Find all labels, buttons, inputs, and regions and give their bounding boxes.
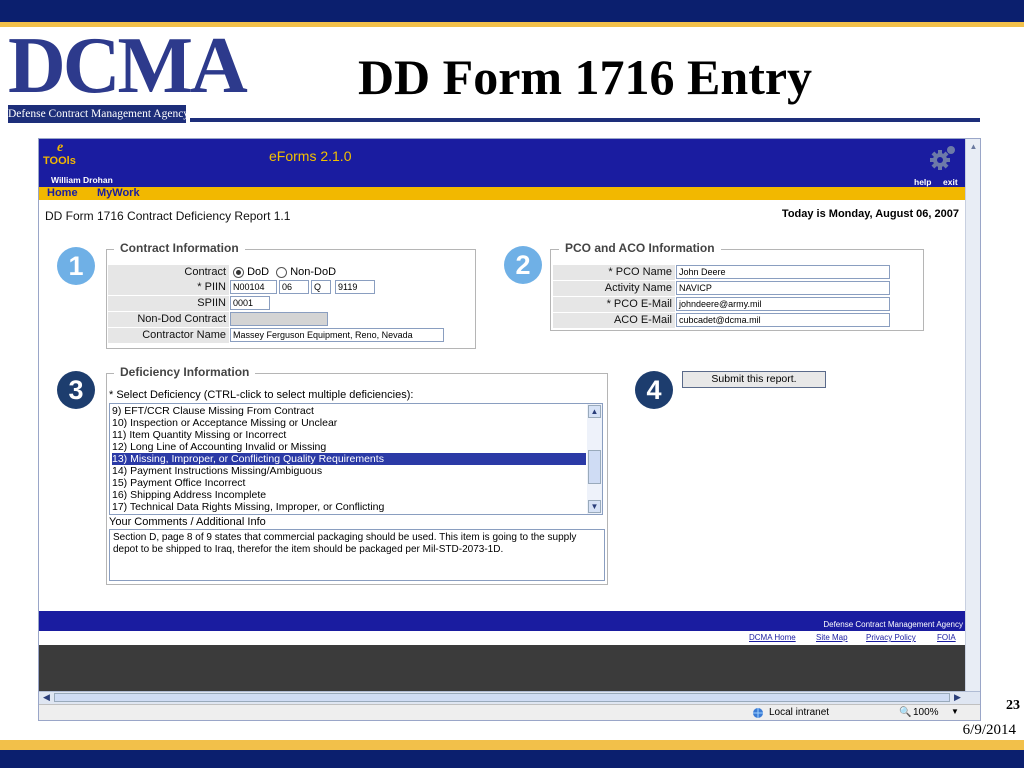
pco-name-field[interactable]: John Deere: [676, 265, 890, 279]
footer-link-site-map[interactable]: Site Map: [816, 633, 848, 642]
step-3-badge: 3: [57, 371, 95, 409]
zoom-level[interactable]: 100%: [913, 707, 939, 718]
deficiency-option[interactable]: 16) Shipping Address Incomplete: [112, 489, 586, 501]
nav-mywork[interactable]: MyWork: [97, 187, 140, 199]
activity-name-label: Activity Name: [553, 281, 675, 296]
footer-link-dcma-home[interactable]: DCMA Home: [749, 633, 796, 642]
zoom-icon[interactable]: 🔍: [899, 707, 911, 718]
aco-email-label: ACO E-Mail: [553, 313, 675, 328]
footer-link-privacy[interactable]: Privacy Policy: [866, 633, 916, 642]
piin-field-1[interactable]: N00104: [230, 280, 277, 294]
contract-label: Contract: [108, 265, 229, 280]
deficiency-prompt: * Select Deficiency (CTRL-click to selec…: [109, 389, 414, 401]
nondod-contract-label: Non-Dod Contract: [108, 312, 229, 327]
activity-name-field[interactable]: NAVICP: [676, 281, 890, 295]
aco-email-field[interactable]: cubcadet@dcma.mil: [676, 313, 890, 327]
spiin-label: SPIIN: [108, 296, 229, 311]
nav-bar: Home MyWork: [39, 187, 965, 200]
today-date: Today is Monday, August 06, 2007: [781, 208, 959, 220]
user-bar: William Drohan help exit: [39, 175, 965, 187]
deficiency-option-selected[interactable]: 13) Missing, Improper, or Conflicting Qu…: [112, 453, 586, 465]
etools-logo[interactable]: e TOOls: [43, 141, 89, 173]
submit-report-button[interactable]: Submit this report.: [682, 371, 826, 388]
chevron-up-icon[interactable]: ▲: [588, 405, 601, 418]
zoom-dropdown-icon[interactable]: ▼: [951, 707, 959, 716]
browser-window: e TOOls eForms 2.1.0 William Drohan help…: [38, 138, 981, 721]
listbox-scroll-thumb[interactable]: [588, 450, 601, 484]
deficiency-option[interactable]: 9) EFT/CCR Clause Missing From Contract: [112, 405, 586, 417]
deficiency-listbox[interactable]: 9) EFT/CCR Clause Missing From Contract …: [109, 403, 603, 515]
step-1-badge: 1: [57, 247, 95, 285]
slide-top-band: [0, 0, 1024, 22]
scroll-left-icon[interactable]: ◀: [40, 692, 53, 703]
pco-aco-legend: PCO and ACO Information: [559, 241, 721, 255]
chevron-down-icon[interactable]: ▼: [588, 500, 601, 513]
deficiency-option[interactable]: 10) Inspection or Acceptance Missing or …: [112, 417, 586, 429]
step-2-badge: 2: [504, 246, 542, 284]
form-title: DD Form 1716 Contract Deficiency Report …: [45, 209, 291, 223]
radio-dod-label: DoD: [247, 266, 270, 278]
pco-name-label: * PCO Name: [553, 265, 675, 280]
listbox-scrollbar[interactable]: ▲ ▼: [587, 404, 602, 514]
slide-number: 23: [1006, 698, 1020, 713]
comments-label: Your Comments / Additional Info: [109, 516, 266, 528]
spiin-field[interactable]: 0001: [230, 296, 270, 310]
footer-links: DCMA Home Site Map Privacy Policy FOIA: [39, 631, 965, 645]
pco-email-field[interactable]: johndeere@army.mil: [676, 297, 890, 311]
step-4-badge: 4: [635, 371, 673, 409]
piin-field-2[interactable]: 06: [279, 280, 309, 294]
radio-nondod[interactable]: [276, 266, 288, 278]
etools-logo-letter: e: [57, 140, 64, 155]
horizontal-scrollbar[interactable]: ◀ ▶: [39, 691, 980, 704]
piin-field-4[interactable]: 9119: [335, 280, 375, 294]
piin-field-3[interactable]: Q: [311, 280, 331, 294]
contract-info-legend: Contract Information: [114, 241, 245, 255]
contractor-name-field[interactable]: Massey Ferguson Equipment, Reno, Nevada: [230, 328, 444, 342]
gear-icon: [930, 146, 955, 170]
horizontal-scroll-thumb[interactable]: [54, 693, 950, 702]
footer-agency: Defense Contract Management Agency: [823, 620, 963, 629]
comments-textarea[interactable]: Section D, page 8 of 9 states that comme…: [109, 529, 605, 581]
dcma-logo-subtitle: Defense Contract Management Agency: [8, 105, 186, 123]
contractor-name-label: Contractor Name: [108, 328, 229, 343]
status-bar: Local intranet 🔍 100% ▼: [39, 704, 980, 720]
nondod-contract-field[interactable]: [230, 312, 328, 326]
dcma-logo: DCMA: [8, 22, 248, 110]
slide-bottom-stripe: [0, 740, 1024, 750]
header-rule: [190, 118, 980, 122]
exit-link[interactable]: exit: [943, 177, 958, 187]
pco-email-label: * PCO E-Mail: [553, 297, 675, 312]
app-name: eForms 2.1.0: [269, 148, 352, 164]
deficiency-option[interactable]: 11) Item Quantity Missing or Incorrect: [112, 429, 586, 441]
slide-title: DD Form 1716 Entry: [357, 49, 813, 105]
vertical-scrollbar[interactable]: ▲: [965, 139, 980, 691]
deficiency-option[interactable]: 14) Payment Instructions Missing/Ambiguo…: [112, 465, 586, 477]
page-bottom-area: [39, 645, 965, 691]
footer-bar: Defense Contract Management Agency: [39, 611, 965, 631]
deficiency-legend: Deficiency Information: [114, 365, 256, 379]
deficiency-option[interactable]: 17) Technical Data Rights Missing, Impro…: [112, 501, 586, 513]
scroll-right-icon[interactable]: ▶: [951, 692, 964, 703]
slide-date: 6/9/2014: [962, 722, 1016, 738]
globe-icon: [751, 707, 765, 719]
footer-link-foia[interactable]: FOIA: [937, 633, 956, 642]
scroll-up-icon[interactable]: ▲: [967, 140, 980, 153]
piin-label: * PIIN: [108, 280, 229, 295]
deficiency-option[interactable]: 12) Long Line of Accounting Invalid or M…: [112, 441, 586, 453]
user-name: William Drohan: [51, 175, 113, 185]
contract-type-radios: DoD Non-DoD: [233, 265, 403, 280]
help-link[interactable]: help: [914, 177, 931, 187]
etools-logo-text: TOOls: [43, 155, 76, 167]
deficiency-option[interactable]: 15) Payment Office Incorrect: [112, 477, 586, 489]
radio-dod[interactable]: [233, 266, 244, 278]
security-zone: Local intranet: [769, 707, 830, 718]
slide-bottom-band: [0, 750, 1024, 768]
radio-nondod-label: Non-DoD: [290, 266, 337, 278]
nav-home[interactable]: Home: [47, 187, 78, 199]
app-header: e TOOls eForms 2.1.0: [39, 139, 965, 175]
